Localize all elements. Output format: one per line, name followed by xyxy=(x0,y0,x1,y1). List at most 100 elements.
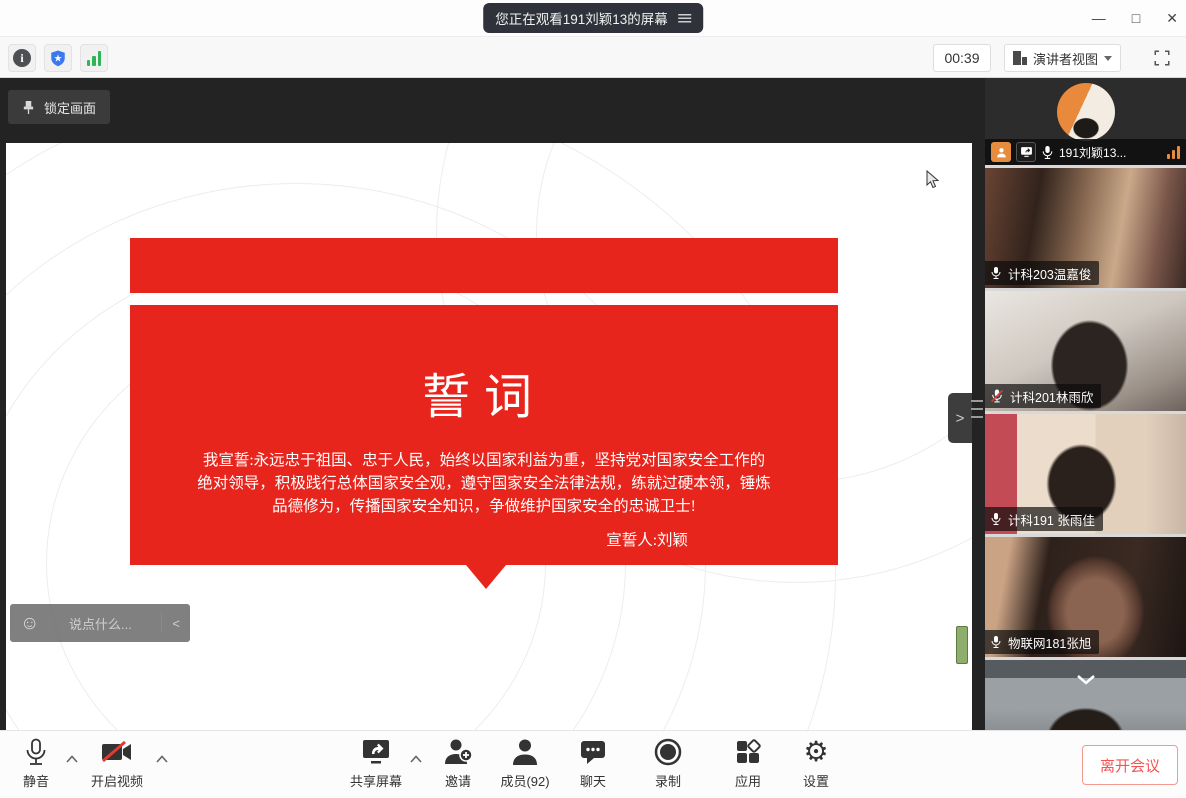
banner-menu-icon[interactable] xyxy=(678,14,691,23)
watching-banner-text: 您正在观看191刘颖13的屏幕 xyxy=(495,8,668,28)
video-options-chevron[interactable] xyxy=(156,755,168,763)
mic-muted-icon xyxy=(990,389,1004,403)
network-button[interactable] xyxy=(80,44,108,72)
chevron-down-icon xyxy=(1104,56,1112,61)
oath-title: 誓词 xyxy=(130,357,838,427)
presenter-badge-icon xyxy=(991,142,1011,162)
participant-name: 191刘颖13... xyxy=(1059,144,1162,161)
participant-nameplate: 计科201林雨欣 xyxy=(985,384,1101,408)
sidebar-collapse-handle[interactable]: > xyxy=(948,393,972,443)
mic-on-icon xyxy=(990,512,1002,526)
watching-banner[interactable]: 您正在观看191刘颖13的屏幕 xyxy=(483,3,703,33)
participant-signal-icon xyxy=(1167,146,1180,159)
mute-label: 静音 xyxy=(23,771,49,790)
invite-icon xyxy=(443,737,473,767)
invite-label: 邀请 xyxy=(445,771,471,790)
participant-tile-presenter[interactable]: 191刘颖13... xyxy=(985,78,1186,165)
chat-label: 聊天 xyxy=(580,771,606,790)
mic-on-icon xyxy=(990,635,1002,649)
apps-icon xyxy=(734,737,762,767)
meeting-dock: 静音 开启视频 共享屏幕 邀请 成员(92) xyxy=(0,730,1186,798)
participant-nameplate: 191刘颖13... xyxy=(985,139,1186,165)
maximize-button[interactable]: □ xyxy=(1132,11,1140,25)
participant-name: 计科201林雨欣 xyxy=(1010,387,1093,406)
participant-tile[interactable]: 物联网181张旭 xyxy=(985,537,1186,657)
chat-input[interactable]: 说点什么... xyxy=(49,614,151,633)
info-icon: i xyxy=(13,49,31,67)
view-mode-label: 演讲者视图 xyxy=(1033,49,1098,68)
slide-red-banner xyxy=(130,238,838,293)
participants-sidebar: 191刘颖13... 计科203温嘉俊 计科201林雨欣 计科191 张雨佳 xyxy=(985,78,1186,730)
mic-icon xyxy=(24,737,48,767)
meeting-info-button[interactable]: i xyxy=(8,44,36,72)
view-mode-select[interactable]: 演讲者视图 xyxy=(1004,44,1121,72)
oath-card-pointer xyxy=(466,565,506,589)
mute-button[interactable]: 静音 xyxy=(4,737,68,790)
participant-tile[interactable]: 计科201林雨欣 xyxy=(985,291,1186,411)
emoji-icon[interactable]: ☺ xyxy=(20,614,39,633)
speaker-view-icon xyxy=(1013,51,1027,65)
mic-options-chevron[interactable] xyxy=(66,755,78,763)
members-label: 成员(92) xyxy=(500,771,549,790)
participant-name: 计科203温嘉俊 xyxy=(1008,264,1091,283)
chat-icon xyxy=(579,737,607,767)
avatar xyxy=(1057,83,1115,141)
shield-icon xyxy=(49,49,67,67)
share-screen-icon xyxy=(360,737,392,767)
screen-share-badge-icon xyxy=(1016,142,1036,162)
oath-card: 誓词 我宣誓:永远忠于祖国、忠于人民，始终以国家利益为重，坚持党对国家安全工作的… xyxy=(130,305,838,565)
settings-button[interactable]: ⚙ 设置 xyxy=(784,737,848,790)
members-button[interactable]: 成员(92) xyxy=(493,737,557,790)
mic-on-icon xyxy=(1041,145,1054,160)
oath-body: 我宣誓:永远忠于祖国、忠于人民，始终以国家利益为重，坚持党对国家安全工作的 绝对… xyxy=(130,449,838,518)
meeting-timer: 00:39 xyxy=(933,44,991,72)
lock-view-button[interactable]: 锁定画面 xyxy=(8,90,110,124)
oath-line: 我宣誓:永远忠于祖国、忠于人民，始终以国家利益为重，坚持党对国家安全工作的 xyxy=(144,449,824,472)
start-video-button[interactable]: 开启视频 xyxy=(85,737,149,790)
participant-name: 计科191 张雨佳 xyxy=(1008,510,1095,529)
members-icon xyxy=(511,737,539,767)
participant-nameplate: 计科203温嘉俊 xyxy=(985,261,1099,285)
camera-off-icon xyxy=(100,737,134,767)
participant-nameplate: 计科191 张雨佳 xyxy=(985,507,1103,531)
shared-screen-stage: 锁定画面 誓词 我宣誓:永远忠于祖国、忠于人民，始终以国家利益为重，坚持党对国家… xyxy=(0,78,985,730)
chat-collapse-icon[interactable]: < xyxy=(172,616,180,631)
signal-icon xyxy=(87,51,102,66)
green-indicator xyxy=(956,626,968,664)
record-label: 录制 xyxy=(655,771,681,790)
mouse-cursor xyxy=(926,170,941,190)
apps-button[interactable]: 应用 xyxy=(716,737,780,790)
security-button[interactable] xyxy=(44,44,72,72)
avatar-wrap xyxy=(985,78,1186,139)
share-screen-label: 共享屏幕 xyxy=(350,771,402,790)
share-screen-button[interactable]: 共享屏幕 xyxy=(344,737,408,790)
invite-button[interactable]: 邀请 xyxy=(426,737,490,790)
scroll-down-icon[interactable] xyxy=(1076,674,1096,685)
record-icon xyxy=(654,737,682,767)
start-video-label: 开启视频 xyxy=(91,771,143,790)
record-button[interactable]: 录制 xyxy=(636,737,700,790)
chat-button[interactable]: 聊天 xyxy=(561,737,625,790)
lock-view-label: 锁定画面 xyxy=(44,98,96,117)
participant-tile[interactable]: 计科203温嘉俊 xyxy=(985,168,1186,288)
pin-icon xyxy=(22,100,35,115)
window-titlebar: 您正在观看191刘颖13的屏幕 — □ ✕ xyxy=(0,0,1186,36)
apps-label: 应用 xyxy=(735,771,761,790)
minimize-button[interactable]: — xyxy=(1092,11,1106,25)
scrollbar-grip[interactable] xyxy=(971,400,983,436)
oath-signer: 宣誓人:刘颖 xyxy=(130,528,838,550)
meeting-window: 您正在观看191刘颖13的屏幕 — □ ✕ i 00:39 演讲者视图 xyxy=(0,0,1186,798)
oath-line: 绝对领导，积极践行总体国家安全观，遵守国家安全法律法规，练就过硬本领，锤炼 xyxy=(144,472,824,495)
oath-line: 品德修为，传播国家安全知识，争做维护国家安全的忠诚卫士! xyxy=(144,495,824,518)
fullscreen-icon xyxy=(1153,49,1171,67)
mic-on-icon xyxy=(990,266,1002,280)
leave-meeting-button[interactable]: 离开会议 xyxy=(1082,745,1178,785)
share-options-chevron[interactable] xyxy=(410,755,422,763)
participant-tile[interactable]: 计科191 张雨佳 xyxy=(985,414,1186,534)
gear-icon: ⚙ xyxy=(803,737,828,767)
fullscreen-button[interactable] xyxy=(1150,46,1174,70)
quick-chat-bar[interactable]: ☺ 说点什么... < xyxy=(10,604,190,642)
participant-tile-partial[interactable] xyxy=(985,660,1186,730)
close-button[interactable]: ✕ xyxy=(1166,11,1178,25)
participant-video xyxy=(985,660,1186,730)
